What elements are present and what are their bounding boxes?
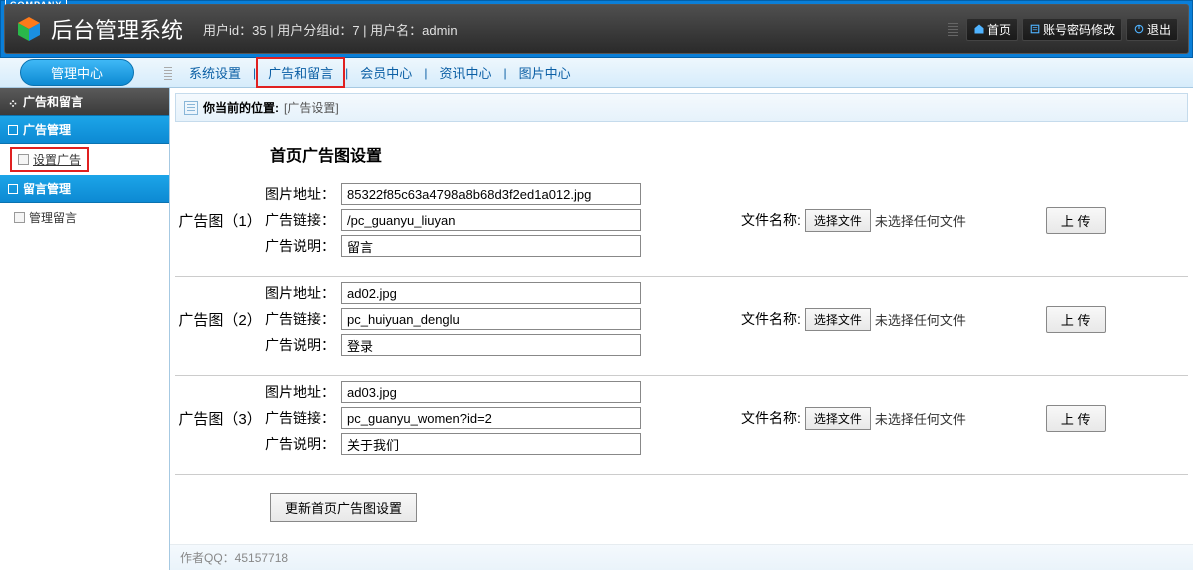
dots-icon: ⁘	[8, 97, 18, 107]
header-bar: 后台管理系统 用户id：35 | 用户分组id：7 | 用户名：admin 首页…	[4, 4, 1189, 54]
field-label: 广告说明：	[265, 434, 335, 454]
field-label: 广告链接：	[265, 210, 335, 230]
page-icon	[18, 154, 29, 165]
field-line: 广告链接：	[265, 308, 641, 330]
field-stack: 图片地址： 广告链接： 广告说明：	[265, 183, 641, 257]
sidebar-group-header[interactable]: 广告管理	[0, 116, 169, 144]
upload-column: 上 传	[1046, 207, 1106, 234]
form-title: 首页广告图设置	[175, 137, 1188, 178]
field-label: 广告链接：	[265, 309, 335, 329]
form-area: 首页广告图设置 广告图（1）图片地址：广告链接：广告说明：文件名称:选择文件未选…	[170, 127, 1193, 542]
field-line: 图片地址：	[265, 381, 641, 403]
no-file-text: 未选择任何文件	[875, 409, 966, 428]
ad-group-row: 广告图（3）图片地址： 广告链接： 广告说明： 文件名称:选择文件未选择任何文件 上 传	[175, 376, 1188, 474]
sidebar-item[interactable]: 管理留言	[0, 203, 169, 232]
ad-link-input[interactable]	[341, 209, 641, 231]
top-nav: 管理中心 系统设置|广告和留言|会员中心|资讯中心|图片中心	[0, 58, 1193, 88]
choose-file-button[interactable]: 选择文件	[805, 308, 871, 331]
ad-group-row: 广告图（2）图片地址： 广告链接： 广告说明： 文件名称:选择文件未选择任何文件 上 传	[175, 277, 1188, 375]
breadcrumb-label: 你当前的位置:	[203, 99, 279, 116]
page-icon	[14, 212, 25, 223]
upload-button[interactable]: 上 传	[1046, 306, 1106, 333]
file-label: 文件名称:	[741, 309, 801, 329]
ad-desc-input[interactable]	[341, 235, 641, 257]
field-stack: 图片地址： 广告链接： 广告说明：	[265, 282, 641, 356]
nav-items: 系统设置|广告和留言|会员中心|资讯中心|图片中心	[177, 57, 583, 88]
system-title: 后台管理系统	[51, 13, 183, 45]
ad-group-label: 广告图（1）	[175, 210, 265, 231]
field-stack: 图片地址： 广告链接： 广告说明：	[265, 381, 641, 455]
no-file-text: 未选择任何文件	[875, 211, 966, 230]
no-file-text: 未选择任何文件	[875, 310, 966, 329]
sidebar-item[interactable]: 设置广告	[10, 147, 89, 172]
field-line: 广告说明：	[265, 235, 641, 257]
file-column: 文件名称:选择文件未选择任何文件	[741, 209, 966, 232]
file-label: 文件名称:	[741, 210, 801, 230]
field-line: 广告链接：	[265, 209, 641, 231]
image-address-input[interactable]	[341, 183, 641, 205]
field-label: 图片地址：	[265, 382, 335, 402]
nav-link[interactable]: 图片中心	[507, 63, 583, 82]
upload-column: 上 传	[1046, 306, 1106, 333]
nav-link[interactable]: 资讯中心	[427, 63, 503, 82]
field-line: 广告说明：	[265, 433, 641, 455]
nav-center-button[interactable]: 管理中心	[20, 59, 134, 86]
nav-link[interactable]: 会员中心	[348, 63, 424, 82]
field-label: 图片地址：	[265, 283, 335, 303]
submit-button[interactable]: 更新首页广告图设置	[270, 493, 417, 522]
field-line: 广告链接：	[265, 407, 641, 429]
sidebar-group-header[interactable]: 留言管理	[0, 175, 169, 203]
choose-file-button[interactable]: 选择文件	[805, 407, 871, 430]
sidebar: ⁘ 广告和留言 广告管理 设置广告 留言管理 管理留言	[0, 88, 170, 570]
grip-icon	[164, 66, 172, 80]
breadcrumb: 你当前的位置: [广告设置]	[175, 93, 1188, 122]
file-column: 文件名称:选择文件未选择任何文件	[741, 407, 966, 430]
sidebar-section-header: ⁘ 广告和留言	[0, 88, 169, 116]
ad-link-input[interactable]	[341, 308, 641, 330]
ad-desc-input[interactable]	[341, 433, 641, 455]
logo-cube-icon	[15, 15, 43, 43]
field-label: 广告说明：	[265, 236, 335, 256]
ad-desc-input[interactable]	[341, 334, 641, 356]
field-label: 广告链接：	[265, 408, 335, 428]
square-icon	[8, 184, 18, 194]
file-column: 文件名称:选择文件未选择任何文件	[741, 308, 966, 331]
field-line: 图片地址：	[265, 183, 641, 205]
field-line: 图片地址：	[265, 282, 641, 304]
ad-group-row: 广告图（1）图片地址： 广告链接： 广告说明： 文件名称:选择文件未选择任何文件 上 传	[175, 178, 1188, 276]
file-label: 文件名称:	[741, 408, 801, 428]
user-info: 用户id：35 | 用户分组id：7 | 用户名：admin	[203, 20, 458, 39]
upload-column: 上 传	[1046, 405, 1106, 432]
grip-icon	[948, 22, 958, 36]
sidebar-item-label: 管理留言	[29, 209, 77, 226]
home-button[interactable]: 首页	[966, 18, 1018, 41]
logout-button[interactable]: 退出	[1126, 18, 1178, 41]
upload-button[interactable]: 上 传	[1046, 207, 1106, 234]
nav-link[interactable]: 系统设置	[177, 63, 253, 82]
footer: 作者QQ：45157718	[170, 544, 1193, 570]
upload-button[interactable]: 上 传	[1046, 405, 1106, 432]
square-icon	[8, 125, 18, 135]
sidebar-item-label: 设置广告	[33, 151, 81, 168]
breadcrumb-path: [广告设置]	[284, 99, 339, 116]
field-label: 广告说明：	[265, 335, 335, 355]
ad-group-label: 广告图（2）	[175, 309, 265, 330]
nav-link[interactable]: 广告和留言	[256, 57, 345, 88]
field-label: 图片地址：	[265, 184, 335, 204]
image-address-input[interactable]	[341, 282, 641, 304]
breadcrumb-icon	[184, 101, 198, 115]
ad-group-label: 广告图（3）	[175, 408, 265, 429]
field-line: 广告说明：	[265, 334, 641, 356]
choose-file-button[interactable]: 选择文件	[805, 209, 871, 232]
window-chrome: COMPANY 后台管理系统 用户id：35 | 用户分组id：7 | 用户名：…	[0, 0, 1193, 58]
main-content: 你当前的位置: [广告设置] 首页广告图设置 广告图（1）图片地址：广告链接：广…	[170, 88, 1193, 570]
ad-link-input[interactable]	[341, 407, 641, 429]
image-address-input[interactable]	[341, 381, 641, 403]
password-button[interactable]: 账号密码修改	[1022, 18, 1122, 41]
